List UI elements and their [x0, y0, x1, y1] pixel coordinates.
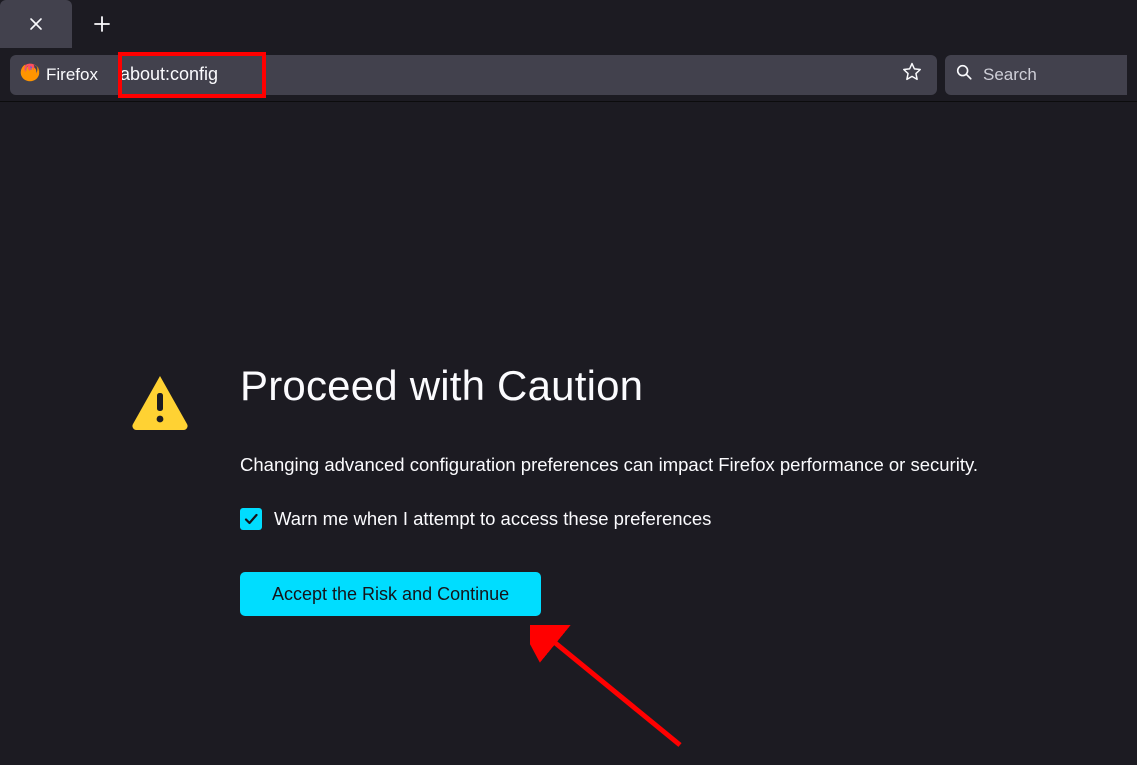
search-icon	[955, 63, 973, 86]
page-content: Proceed with Caution Changing advanced c…	[0, 102, 1137, 616]
url-text: about:config	[106, 64, 895, 85]
page-heading: Proceed with Caution	[240, 362, 1137, 410]
page-description: Changing advanced configuration preferen…	[240, 454, 1137, 476]
identity-label: Firefox	[46, 65, 98, 85]
warn-checkbox[interactable]	[240, 508, 262, 530]
active-tab[interactable]	[0, 0, 72, 48]
accept-button[interactable]: Accept the Risk and Continue	[240, 572, 541, 616]
warn-checkbox-row[interactable]: Warn me when I attempt to access these p…	[240, 508, 1137, 530]
annotation-arrow	[530, 625, 710, 765]
identity-box[interactable]: Firefox	[18, 60, 106, 90]
search-placeholder: Search	[983, 65, 1037, 85]
nav-toolbar: Firefox about:config Search	[0, 48, 1137, 102]
tab-strip	[0, 0, 1137, 48]
new-tab-button[interactable]	[84, 6, 120, 42]
firefox-icon	[20, 62, 40, 87]
warn-checkbox-label: Warn me when I attempt to access these p…	[274, 508, 711, 530]
url-bar[interactable]: Firefox about:config	[10, 55, 937, 95]
bookmark-star-icon[interactable]	[895, 61, 929, 88]
warning-icon	[130, 374, 190, 616]
search-bar[interactable]: Search	[945, 55, 1127, 95]
close-icon[interactable]	[27, 15, 45, 33]
